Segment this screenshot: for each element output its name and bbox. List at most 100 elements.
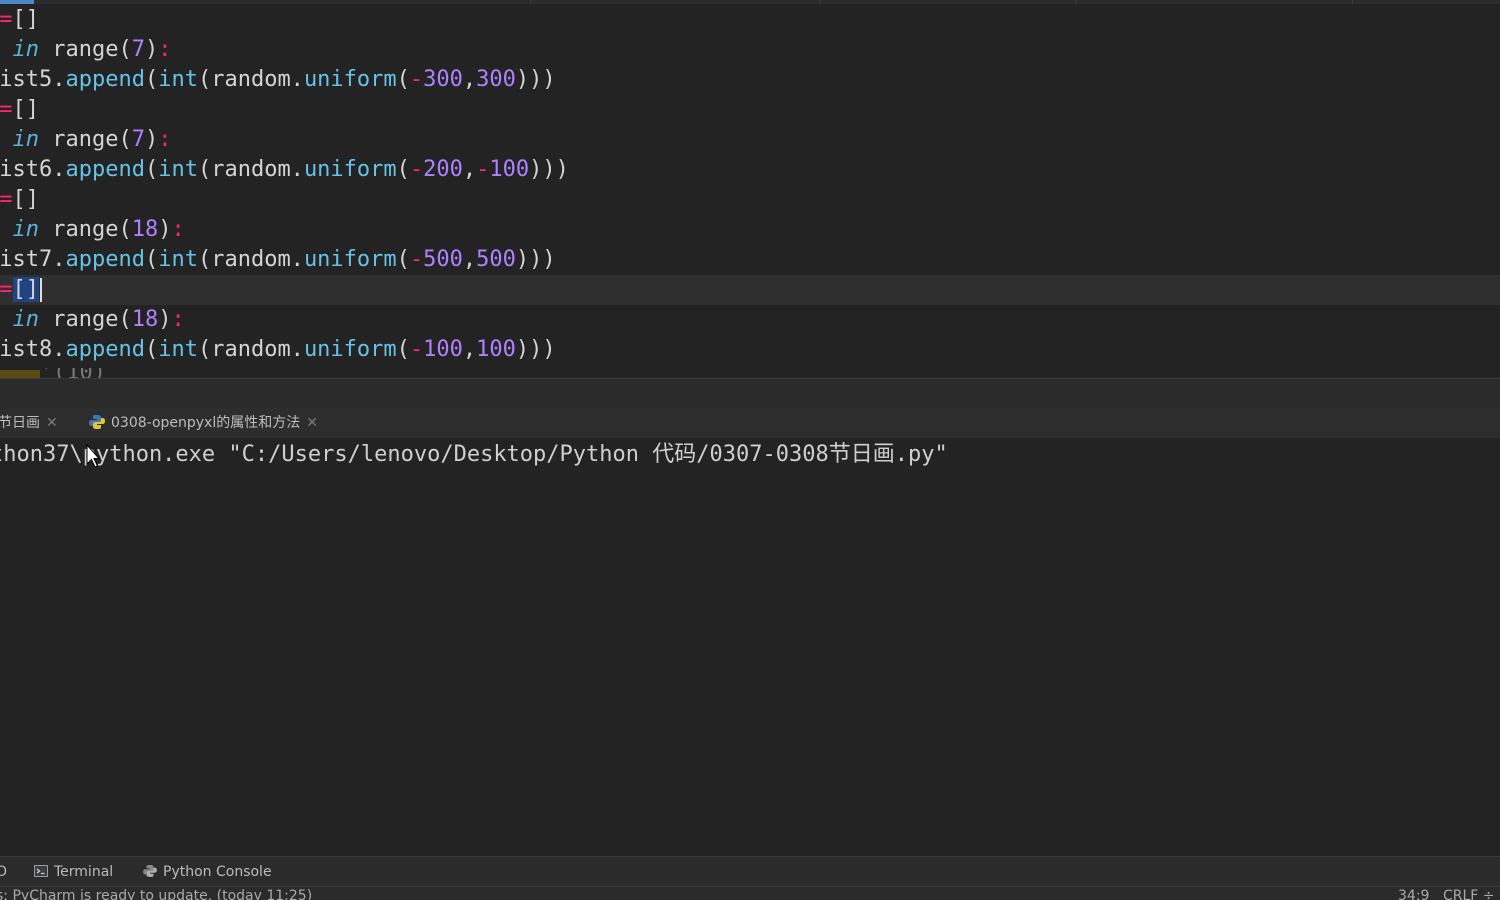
code-token: append <box>65 157 145 182</box>
code-token: list5. <box>0 67 66 92</box>
code-token: list7. <box>0 247 66 272</box>
code-token: 18 <box>131 217 159 242</box>
run-tab-label: 0308-openpyxl的属性和方法 <box>111 415 301 431</box>
tab-separator <box>820 0 821 4</box>
code-token: - <box>409 337 424 362</box>
status-bar: s: PyCharm is ready to update. (today 11… <box>0 886 1500 900</box>
code-token: 300 <box>476 67 516 92</box>
code-token: ))) <box>529 157 569 182</box>
code-token: int <box>158 67 198 92</box>
code-token: = <box>0 187 13 212</box>
tab-separator <box>1352 0 1353 4</box>
code-line[interactable]: i in range(7): <box>0 125 172 155</box>
code-line[interactable]: i in range(7): <box>0 35 172 65</box>
code-token: - <box>476 157 490 182</box>
code-token: ( <box>144 247 159 272</box>
run-tab-openpyxl[interactable]: 0308-openpyxl的属性和方法 ✕ <box>89 408 318 438</box>
code-token: 7 <box>131 127 145 152</box>
code-token: ))) <box>515 337 556 362</box>
code-token: (random. <box>197 157 304 182</box>
code-token: in <box>12 307 40 332</box>
code-token: uniform <box>303 157 397 182</box>
run-tab-label: 节日画 <box>0 415 40 431</box>
code-editor[interactable]: 5=[] i in range(7): list5.append(int(ran… <box>0 0 1500 378</box>
code-token: [] <box>12 97 40 122</box>
terminal-tool-button[interactable]: Terminal <box>34 857 113 887</box>
code-token: [] <box>12 187 40 212</box>
run-tab-festival-drawing[interactable]: 节日画 ✕ <box>0 408 58 438</box>
code-token: range <box>52 127 119 152</box>
code-line[interactable]: list5.append(int(random.uniform(-300,300… <box>0 65 556 95</box>
todo-tool-button[interactable]: O <box>0 857 7 887</box>
code-token: 18 <box>131 307 159 332</box>
code-token: append <box>65 247 145 272</box>
code-token: append <box>65 67 145 92</box>
code-line[interactable]: 7=[] <box>0 185 39 215</box>
status-message[interactable]: s: PyCharm is ready to update. (today 11… <box>0 887 312 900</box>
tab-separator <box>530 0 531 4</box>
code-token: : <box>158 37 172 62</box>
tool-button-label: O <box>0 864 8 880</box>
code-token: 100 <box>476 337 516 362</box>
code-token: (random. <box>197 337 304 362</box>
code-line[interactable]: list6.append(int(random.uniform(-200,-10… <box>0 155 569 185</box>
code-token: list8. <box>0 337 66 362</box>
close-icon[interactable]: ✕ <box>306 415 318 431</box>
code-token: in <box>12 217 40 242</box>
current-code-line[interactable]: 8=[] <box>0 275 1500 305</box>
code-line[interactable]: list8.append(int(random.uniform(-100,100… <box>0 335 556 365</box>
run-console[interactable]: thon37\python.exe "C:/Users/lenovo/Deskt… <box>0 438 1500 856</box>
line-ending-selector[interactable]: CRLF ÷ <box>1443 887 1495 900</box>
python-icon <box>89 415 105 429</box>
partially-visible-code-line: '(10) <box>0 368 1500 378</box>
code-token: int <box>158 157 198 182</box>
code-line[interactable]: list7.append(int(random.uniform(-500,500… <box>0 245 556 275</box>
code-token: ( <box>396 67 410 92</box>
code-token: in <box>12 37 40 62</box>
code-token: : <box>171 307 185 332</box>
code-token: ))) <box>515 67 556 92</box>
code-token: 100 <box>423 337 463 362</box>
code-token: , <box>462 337 477 362</box>
selected-text[interactable]: [] <box>12 277 39 302</box>
panel-splitter[interactable] <box>0 378 1500 408</box>
code-token: ( <box>118 127 132 152</box>
code-token: '(10) <box>0 368 106 378</box>
python-console-icon <box>143 865 157 877</box>
caret-position[interactable]: 34:9 <box>1398 887 1429 900</box>
code-token: [] <box>12 7 40 32</box>
code-token: , <box>462 67 477 92</box>
code-token: 500 <box>476 247 516 272</box>
code-token: 7 <box>131 37 145 62</box>
code-line[interactable]: i in range(18): <box>0 305 185 335</box>
code-token: , <box>462 247 477 272</box>
code-token: - <box>409 67 424 92</box>
code-line[interactable]: i in range(18): <box>0 215 185 245</box>
code-token: ( <box>396 247 410 272</box>
code-token: list6. <box>0 157 66 182</box>
code-token: range <box>52 37 119 62</box>
mouse-pointer-icon <box>86 444 100 468</box>
code-token: : <box>158 127 172 152</box>
code-token: = <box>0 97 13 122</box>
code-token: uniform <box>303 67 397 92</box>
code-token: - <box>409 157 424 182</box>
code-token: ))) <box>515 247 556 272</box>
code-token: range <box>52 307 119 332</box>
close-icon[interactable]: ✕ <box>46 415 58 431</box>
code-token: 200 <box>423 157 463 182</box>
tool-button-label: Terminal <box>54 864 114 880</box>
tab-separator <box>1075 0 1076 4</box>
code-token: 100 <box>489 157 530 182</box>
code-line[interactable]: 5=[] <box>0 5 39 35</box>
code-line[interactable]: 6=[] <box>0 95 39 125</box>
code-token: : <box>171 217 185 242</box>
python-console-tool-button[interactable]: Python Console <box>143 857 272 887</box>
code-token: ( <box>144 337 159 362</box>
code-token: - <box>409 247 424 272</box>
code-token: range <box>52 217 119 242</box>
code-token: = <box>0 277 13 302</box>
code-token: , <box>462 157 477 182</box>
tool-window-bar: O Terminal Python Console <box>0 856 1500 886</box>
code-token: uniform <box>303 247 397 272</box>
